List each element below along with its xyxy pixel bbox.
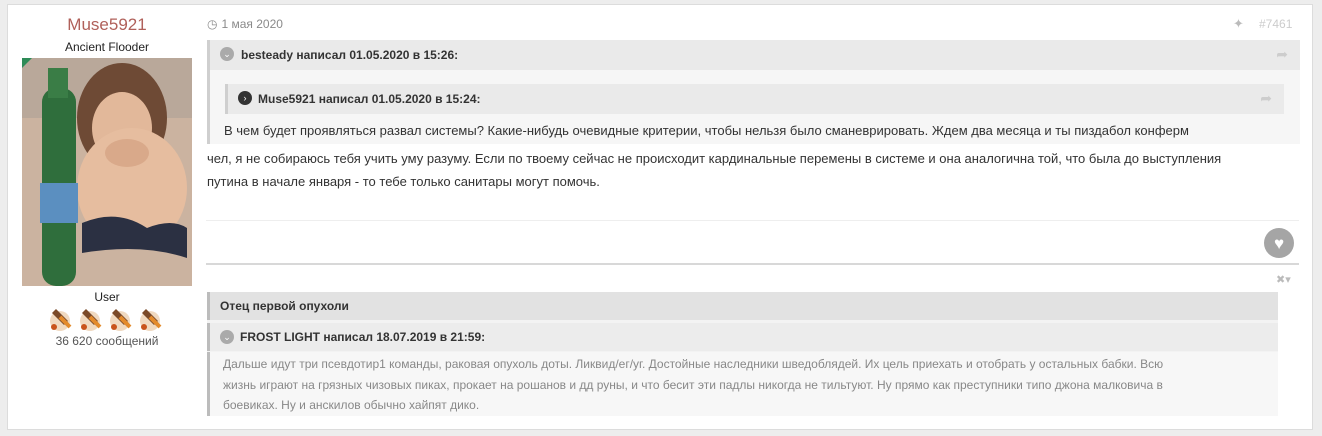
chevron-down-icon[interactable]: ⌄ — [220, 47, 234, 61]
quote-outer-text: В чем будет проявляться развал системы? … — [224, 123, 1189, 138]
forum-post: Muse5921 Ancient Flooder User 36 620 соо… — [7, 4, 1313, 430]
signature-divider — [206, 263, 1299, 265]
quote-outer: ⌄ besteady написал 01.05.2020 в 15:26: ➦… — [207, 40, 1300, 144]
author-name[interactable]: Muse5921 — [8, 15, 206, 35]
signature: Отец первой опухоли ⌄ FROST LIGHT написа… — [207, 292, 1278, 416]
signature-title-bar: Отец первой опухоли — [207, 292, 1278, 320]
author-rank: Ancient Flooder — [64, 40, 150, 54]
online-indicator — [22, 58, 32, 68]
close-icon[interactable]: ✖▾ — [1276, 273, 1291, 286]
heart-icon[interactable]: ♥ — [1264, 228, 1294, 258]
post-date[interactable]: ◷ 1 мая 2020 — [207, 17, 283, 31]
signature-quote-header[interactable]: ⌄ FROST LIGHT написал 18.07.2019 в 21:59… — [207, 323, 1278, 351]
signature-quote-body: Дальше идут три псевдотир1 команды, рако… — [207, 352, 1278, 416]
signature-quote-line: Дальше идут три псевдотир1 команды, рако… — [223, 357, 1164, 371]
reply-icon[interactable]: ➦ — [1260, 90, 1272, 107]
share-icon[interactable]: ✦ — [1233, 16, 1244, 32]
signature-quote-author: FROST LIGHT написал 18.07.2019 в 21:59: — [240, 330, 486, 344]
reply-icon[interactable]: ➦ — [1276, 46, 1288, 63]
clock-icon: ◷ — [207, 17, 218, 31]
post-number[interactable]: #7461 — [1259, 17, 1292, 31]
quote-inner-author: Muse5921 написал 01.05.2020 в 15:24: — [258, 92, 481, 106]
signature-quote-line: жизнь играют на грязных чизовых пиках, п… — [223, 378, 1163, 392]
post-date-text: 1 мая 2020 — [221, 17, 283, 31]
avatar[interactable] — [22, 58, 192, 286]
chevron-down-icon[interactable]: ⌄ — [220, 330, 234, 344]
chevron-right-icon[interactable]: › — [238, 91, 252, 105]
author-post-count[interactable]: 36 620 сообщений — [8, 334, 206, 348]
quote-outer-header[interactable]: ⌄ besteady написал 01.05.2020 в 15:26: ➦ — [210, 40, 1300, 70]
quote-inner[interactable]: › Muse5921 написал 01.05.2020 в 15:24: ➦ — [225, 84, 1284, 114]
author-group: User — [94, 290, 120, 304]
signature-quote-line: боевиках. Ну и анскилов обычно хайпят ди… — [223, 398, 480, 412]
post-body-line: чел, я не собираюсь тебя учить уму разум… — [207, 151, 1222, 166]
reputation-badge-icon — [50, 309, 72, 331]
reputation-badge-icon — [80, 309, 102, 331]
avatar-image — [22, 58, 192, 286]
signature-title: Отец первой опухоли — [220, 299, 349, 313]
quote-outer-author: besteady написал 01.05.2020 в 15:26: — [241, 48, 459, 62]
author-panel: Muse5921 Ancient Flooder User 36 620 соо… — [8, 5, 206, 429]
reputation-badge-icon — [140, 309, 162, 331]
reputation-badges — [46, 305, 164, 333]
divider — [206, 220, 1299, 221]
post-body-line: путина в начале января - то тебе только … — [207, 174, 600, 189]
reputation-badge-icon — [110, 309, 132, 331]
